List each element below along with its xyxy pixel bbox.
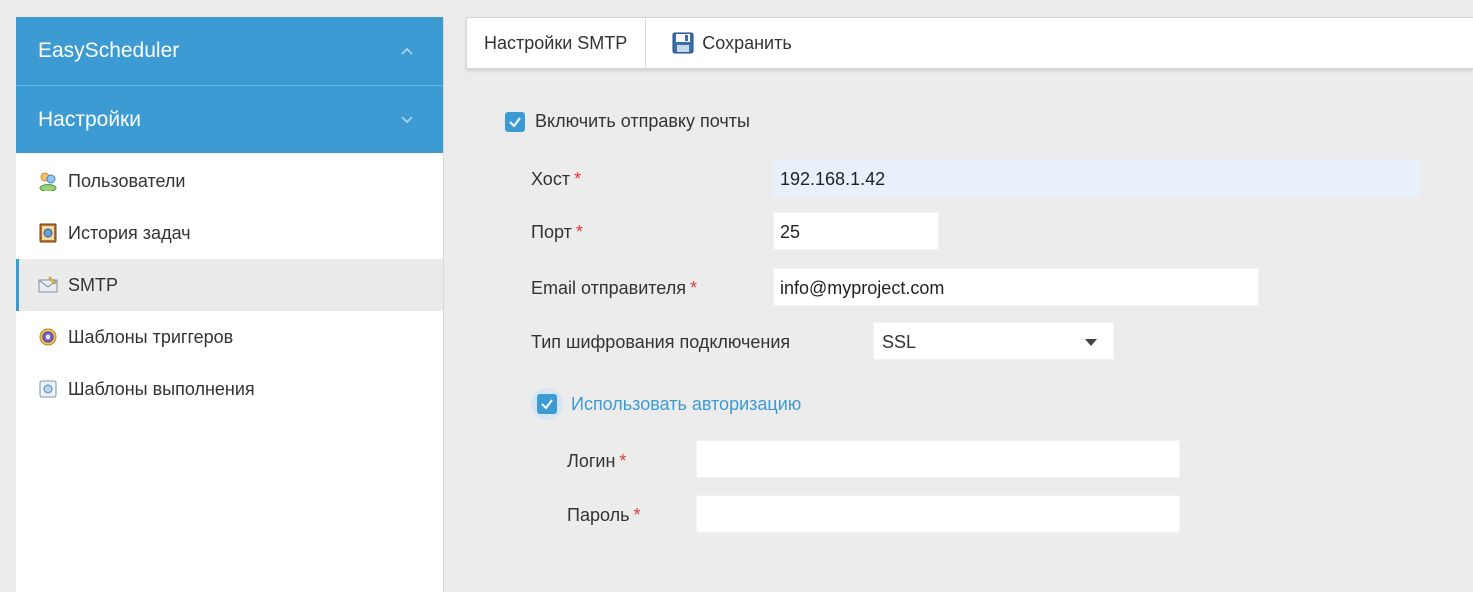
settings-nav: Пользователи История задач SMTP Шаблоны … — [16, 153, 443, 415]
sidebar-item-users[interactable]: Пользователи — [16, 155, 443, 207]
accordion-easyscheduler[interactable]: EasyScheduler — [16, 17, 443, 85]
port-input[interactable]: 25 — [773, 212, 939, 250]
password-label: Пароль * — [567, 505, 640, 526]
sender-email-input[interactable]: info@myproject.com — [773, 268, 1259, 306]
dropdown-caret-icon — [1085, 339, 1097, 346]
check-icon — [541, 399, 553, 410]
host-label-text: Хост — [531, 169, 571, 189]
encryption-label: Тип шифрования подключения — [531, 332, 791, 352]
sidebar-item-task-history[interactable]: История задач — [16, 207, 443, 259]
enable-mail-label: Включить отправку почты — [535, 111, 750, 131]
enable-mail-checkbox-row[interactable]: Включить отправку почты — [505, 111, 750, 132]
required-mark: * — [575, 222, 583, 242]
accordion-easyscheduler-label: EasyScheduler — [38, 39, 180, 62]
sidebar-item-label: SMTP — [68, 274, 119, 295]
check-icon — [509, 116, 521, 128]
password-input[interactable] — [696, 495, 1180, 533]
required-mark: * — [574, 169, 582, 189]
required-mark: * — [689, 278, 697, 298]
login-input[interactable] — [696, 440, 1180, 478]
sidebar-item-label: Пользователи — [68, 170, 186, 191]
required-mark: * — [633, 505, 641, 525]
encryption-select[interactable]: SSL — [873, 322, 1114, 360]
encryption-select-value: SSL — [882, 332, 917, 352]
password-label-text: Пароль — [567, 505, 630, 525]
use-auth-checkbox-focus-ring — [531, 388, 563, 420]
port-label: Порт * — [531, 222, 583, 243]
sender-email-label-text: Email отправителя — [531, 278, 686, 298]
main-content: Настройки SMTP Сохранить Включить отправ… — [443, 0, 1473, 592]
task-history-icon — [38, 223, 58, 243]
enable-mail-checkbox[interactable] — [505, 111, 525, 132]
smtp-form: Включить отправку почты Хост * 192.168.1.… — [443, 0, 1473, 592]
sidebar-item-smtp[interactable]: SMTP — [16, 259, 443, 311]
sender-email-label: Email отправителя * — [531, 278, 697, 299]
sidebar-item-label: Шаблоны выполнения — [68, 378, 255, 399]
sidebar-item-execution-templates[interactable]: Шаблоны выполнения — [16, 363, 443, 415]
login-label-text: Логин — [567, 451, 616, 471]
login-label: Логин * — [567, 451, 626, 472]
execution-template-icon — [38, 379, 58, 399]
users-icon — [38, 171, 58, 191]
port-label-text: Порт — [531, 222, 572, 242]
accordion-settings[interactable]: Настройки — [16, 85, 443, 153]
mail-icon — [38, 275, 58, 295]
use-auth-checkbox-row[interactable]: Использовать авторизацию — [531, 388, 801, 420]
use-auth-label: Использовать авторизацию — [571, 393, 802, 414]
sidebar-item-label: История задач — [68, 222, 191, 243]
accordion-settings-label: Настройки — [38, 108, 141, 131]
host-label: Хост * — [531, 169, 581, 190]
trigger-template-icon — [38, 327, 58, 347]
sidebar-item-trigger-templates[interactable]: Шаблоны триггеров — [16, 311, 443, 363]
chevron-down-icon — [401, 115, 413, 123]
host-input[interactable]: 192.168.1.42 — [773, 159, 1420, 197]
required-mark: * — [619, 451, 627, 471]
use-auth-checkbox[interactable] — [537, 394, 557, 414]
chevron-up-icon — [401, 47, 413, 55]
sidebar-item-label: Шаблоны триггеров — [68, 326, 234, 347]
sidebar: EasyScheduler Настройки Пользователи Ист… — [16, 17, 444, 592]
